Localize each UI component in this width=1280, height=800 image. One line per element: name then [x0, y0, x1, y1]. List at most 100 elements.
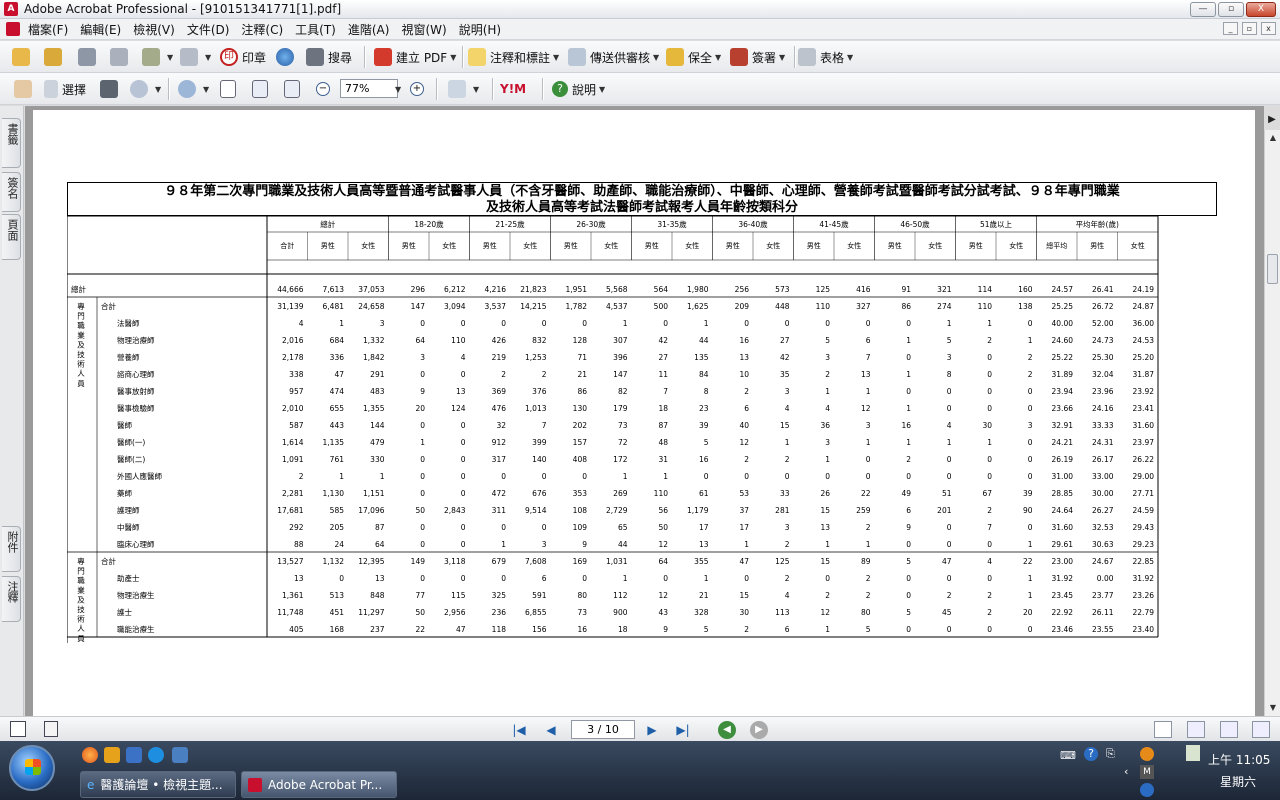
zoom-tool-button[interactable]: ▼	[130, 79, 161, 99]
vertical-scrollbar[interactable]: ▲ ▼	[1264, 130, 1280, 716]
create-pdf-button[interactable]: 建立 PDF ▼	[374, 47, 456, 67]
continuous-facing-view-icon[interactable]	[1252, 721, 1270, 738]
forms-button[interactable]: 表格 ▼	[798, 47, 853, 67]
fit-width-button[interactable]	[284, 79, 304, 99]
stamp-button[interactable]: 印印章	[220, 47, 266, 67]
tray-expand-icon[interactable]: ‹	[1124, 765, 1128, 778]
maximize-button[interactable]: ▫	[1218, 2, 1244, 17]
hand-tool-button[interactable]	[14, 79, 36, 99]
select-tool-button[interactable]: 選擇	[44, 79, 86, 99]
continuous-view-icon[interactable]	[1187, 721, 1205, 738]
data-cell: 0	[582, 319, 587, 328]
document-properties-icon[interactable]	[44, 721, 58, 737]
actual-size-button[interactable]	[220, 79, 240, 99]
data-cell: 90	[1023, 506, 1033, 515]
page-layout-icon[interactable]	[10, 721, 26, 737]
scroll-down-arrow[interactable]: ▼	[1266, 701, 1280, 715]
minimize-button[interactable]: —	[1190, 2, 1216, 17]
previous-view-icon[interactable]: ◀	[718, 721, 736, 739]
next-view-icon[interactable]: ▶	[750, 721, 768, 739]
data-cell: 0	[947, 523, 952, 532]
open-button[interactable]	[12, 47, 34, 67]
start-button[interactable]	[9, 745, 55, 791]
document-icon[interactable]	[6, 22, 20, 36]
data-cell: 0	[947, 455, 952, 464]
ie-icon[interactable]	[148, 747, 164, 763]
help-tray-icon[interactable]: ?	[1084, 747, 1098, 761]
menu-item-8[interactable]: 說明(H)	[459, 21, 501, 38]
acrobat-task-icon	[248, 777, 262, 792]
zoom-input[interactable]: 77%	[340, 79, 398, 98]
firefox-icon[interactable]	[82, 747, 98, 763]
doc-close-button[interactable]: x	[1261, 22, 1276, 35]
data-cell: 24.60	[1052, 336, 1074, 345]
scroll-thumb[interactable]	[1267, 254, 1278, 284]
single-page-view-icon[interactable]	[1154, 721, 1172, 738]
tray-status-icon[interactable]	[1140, 783, 1154, 797]
menu-item-3[interactable]: 文件(D)	[187, 21, 230, 38]
web-button[interactable]	[276, 47, 298, 67]
review-button[interactable]: 傳送供審核 ▼	[568, 47, 659, 67]
data-cell: 325	[492, 591, 507, 600]
menu-item-7[interactable]: 視窗(W)	[401, 21, 446, 38]
zoom-dropdown[interactable]: ▼	[392, 79, 401, 99]
tab-comments[interactable]: 注釋	[2, 576, 21, 622]
zoom-in-plus-button[interactable]: +	[410, 79, 428, 99]
language-bar-icon[interactable]: ⎘	[1106, 747, 1115, 761]
tab-pages[interactable]: 頁面	[2, 214, 21, 260]
data-cell: 1	[825, 540, 830, 549]
zoom-in-button[interactable]: ▼	[178, 79, 209, 99]
first-page-button[interactable]: |◀	[510, 721, 528, 739]
zoom-out-button[interactable]: −	[316, 79, 334, 99]
search-button[interactable]: 搜尋	[306, 47, 352, 67]
yahoo-toolbar-button[interactable]: Y!M	[500, 79, 526, 99]
menu-item-6[interactable]: 進階(A)	[348, 21, 390, 38]
data-cell: 72	[618, 438, 628, 447]
facing-view-icon[interactable]	[1220, 721, 1238, 738]
sign-button[interactable]: 簽署 ▼	[730, 47, 785, 67]
task-acrobat[interactable]: Adobe Acrobat Pr...	[241, 771, 397, 798]
organizer-button[interactable]	[44, 47, 66, 67]
menu-item-1[interactable]: 編輯(E)	[80, 21, 121, 38]
show-desktop-icon[interactable]	[172, 747, 188, 763]
tab-attachments[interactable]: 附件	[2, 526, 21, 572]
menu-item-5[interactable]: 工具(T)	[295, 21, 336, 38]
fit-page-button[interactable]	[252, 79, 272, 99]
help-button[interactable]: ? 說明 ▼	[552, 79, 605, 99]
tab-bookmarks[interactable]: 書籤	[2, 118, 21, 168]
attach-button[interactable]: ▼	[180, 47, 211, 67]
save-button[interactable]	[78, 47, 100, 67]
expand-panel-arrow[interactable]: ▶	[1264, 114, 1280, 130]
print-button[interactable]	[110, 47, 132, 67]
menu-item-2[interactable]: 檢視(V)	[133, 21, 175, 38]
ime-icon[interactable]	[1140, 747, 1154, 761]
media-player-icon[interactable]	[104, 747, 120, 763]
clock-time[interactable]: 上午 11:05	[1208, 751, 1270, 768]
network-icon[interactable]	[1186, 745, 1200, 761]
document-viewer[interactable]: ９８年第二次專門職業及技術人員高等暨普通考試醫事人員（不含牙醫師、助產師、職能治…	[25, 106, 1264, 716]
tab-signatures[interactable]: 簽名	[2, 172, 21, 212]
task-browser[interactable]: e 醫護論壇 • 檢視主題...	[80, 771, 236, 798]
page-number-field[interactable]: 3 / 10	[571, 720, 635, 739]
secure-label: 保全	[688, 50, 713, 65]
ime-mode-icon[interactable]: M	[1140, 765, 1154, 779]
previous-page-button[interactable]: ◀	[542, 721, 560, 739]
data-cell: 479	[370, 438, 385, 447]
keyboard-icon[interactable]: ⌨	[1060, 749, 1076, 762]
menu-item-4[interactable]: 注釋(C)	[241, 21, 283, 38]
close-button[interactable]: X	[1246, 2, 1276, 17]
secure-button[interactable]: 保全 ▼	[666, 47, 721, 67]
scroll-up-arrow[interactable]: ▲	[1266, 131, 1280, 145]
doc-minimize-button[interactable]: _	[1223, 22, 1238, 35]
menu-item-0[interactable]: 檔案(F)	[28, 21, 68, 38]
rotate-button[interactable]: ▼	[448, 79, 479, 99]
explorer-icon[interactable]	[126, 747, 142, 763]
lock-icon	[666, 48, 684, 66]
snapshot-button[interactable]	[100, 79, 122, 99]
doc-restore-button[interactable]: ▫	[1242, 22, 1257, 35]
last-page-button[interactable]: ▶|	[674, 721, 692, 739]
comment-button[interactable]: 注釋和標註 ▼	[468, 47, 559, 67]
email-button[interactable]: ▼	[142, 47, 173, 67]
sub-header: 合計	[280, 241, 294, 250]
next-page-button[interactable]: ▶	[643, 721, 661, 739]
